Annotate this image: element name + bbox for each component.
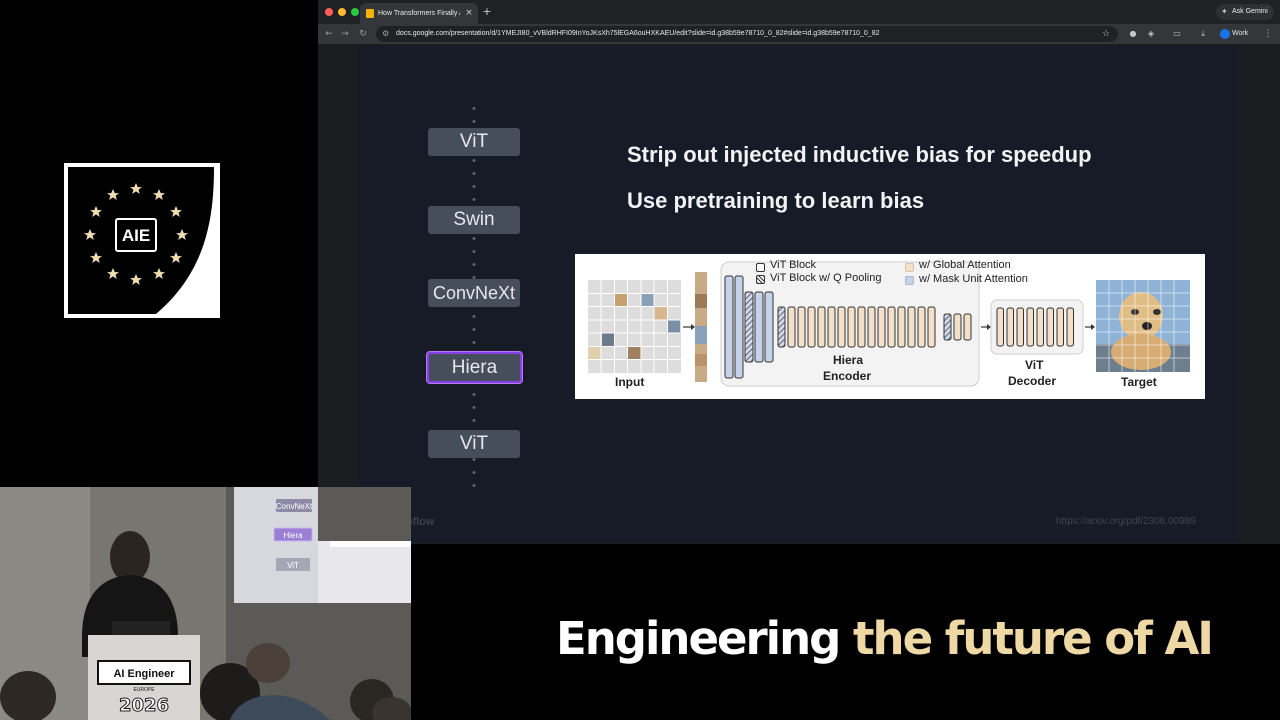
speaker-camera-feed: ConvNeXt Hiera ViT AI Engineer EUROPE 20…	[0, 487, 411, 720]
forward-arrow-icon[interactable]: →	[338, 26, 352, 42]
profile-avatar	[1220, 29, 1230, 39]
extension-icon[interactable]: ●	[1126, 26, 1140, 42]
podium-year: 2026	[119, 695, 169, 716]
figure-drawing	[588, 261, 1190, 387]
legend-mask-unit-attention: w/ Mask Unit Attention	[919, 273, 1028, 285]
window-minimize-button[interactable]	[338, 8, 346, 16]
legend-mask-unit-swatch	[905, 276, 914, 285]
figure-label-vit: ViT	[1025, 358, 1044, 372]
projection-convnext: ConvNeXt	[276, 502, 313, 511]
address-bar[interactable]: ⚙ docs.google.com/presentation/d/1YMEJI8…	[376, 26, 1118, 42]
source-url: https://arxiv.org/pdf/2306.00989	[1056, 516, 1196, 527]
site-info-icon[interactable]: ⚙	[382, 26, 389, 42]
arch-box-hiera-active: Hiera	[426, 351, 523, 384]
cast-icon[interactable]: ▭	[1170, 26, 1184, 42]
extensions-puzzle-icon[interactable]: ◈	[1144, 26, 1158, 42]
window-maximize-button[interactable]	[351, 8, 359, 16]
figure-label-decoder: Decoder	[1008, 374, 1057, 388]
podium-europe: EUROPE	[133, 687, 155, 693]
headline-1: Strip out injected inductive bias for sp…	[627, 142, 1092, 167]
presentation-slide: ViT Swin ConvNeXt Hiera ViT Strip out in…	[358, 46, 1239, 542]
slides-favicon-icon	[366, 9, 374, 18]
target-dog-image	[1096, 280, 1190, 372]
headline-2: Use pretraining to learn bias	[627, 188, 925, 213]
figure-label-target: Target	[1121, 375, 1157, 389]
profile-label: Work	[1232, 30, 1249, 37]
new-tab-button[interactable]: +	[481, 4, 493, 20]
projection-hiera: Hiera	[283, 531, 303, 540]
legend-q-pooling-swatch	[756, 275, 765, 284]
browser-toolbar: ← → ↻ ⚙ docs.google.com/presentation/d/1…	[318, 24, 1280, 44]
ask-gemini-button[interactable]: ✦ Ask Gemini	[1216, 4, 1274, 20]
aie-logo: AIE	[64, 163, 220, 318]
arch-box-convnext: ConvNeXt	[428, 279, 520, 307]
tagline: Engineering the future of AI	[556, 612, 1214, 665]
figure-label-input: Input	[615, 375, 645, 389]
url-text[interactable]: docs.google.com/presentation/d/1YMEJI80_…	[396, 26, 1096, 42]
figure-label-hiera: Hiera	[833, 353, 864, 367]
tab-presentation[interactable]: How Transformers Finally Ate... ×	[360, 3, 478, 24]
tagline-future-of-ai: the future of AI	[853, 612, 1214, 665]
browser-menu-icon[interactable]: ⋮	[1262, 26, 1274, 42]
legend-vit-block-swatch	[756, 263, 765, 272]
projection-vit: ViT	[287, 561, 299, 570]
bookmark-star-icon[interactable]: ☆	[1102, 26, 1110, 42]
arch-box-vit-2: ViT	[428, 430, 520, 458]
reload-icon[interactable]: ↻	[356, 26, 370, 42]
hiera-architecture-figure: ViT Block ViT Block w/ Q Pooling w/ Glob…	[575, 254, 1205, 399]
back-arrow-icon[interactable]: ←	[322, 26, 336, 42]
legend-global-attention-swatch	[905, 263, 914, 272]
profile-button[interactable]: Work	[1218, 27, 1248, 41]
tab-close-icon[interactable]: ×	[463, 6, 475, 20]
download-icon[interactable]: ⤓	[1196, 26, 1210, 42]
aie-logo-text: AIE	[122, 226, 150, 245]
token-strip	[695, 272, 707, 382]
tab-title: How Transformers Finally Ate...	[378, 10, 460, 17]
ask-gemini-label: Ask Gemini	[1232, 8, 1268, 15]
window-close-button[interactable]	[325, 8, 333, 16]
tab-bar: How Transformers Finally Ate... × + ✦ As…	[318, 0, 1280, 24]
input-masked-grid	[588, 280, 681, 373]
podium-ai-engineer: AI Engineer	[113, 668, 175, 680]
arch-box-vit-1: ViT	[428, 128, 520, 156]
tagline-engineering: Engineering	[556, 612, 841, 665]
browser-window: How Transformers Finally Ate... × + ✦ As…	[318, 0, 1280, 544]
legend-vit-block: ViT Block	[770, 259, 817, 271]
figure-label-encoder: Encoder	[823, 369, 872, 383]
legend-q-pooling: ViT Block w/ Q Pooling	[770, 272, 882, 284]
gemini-sparkle-icon: ✦	[1221, 7, 1228, 16]
legend-global-attention: w/ Global Attention	[919, 259, 1011, 271]
arch-box-swin: Swin	[428, 206, 520, 234]
